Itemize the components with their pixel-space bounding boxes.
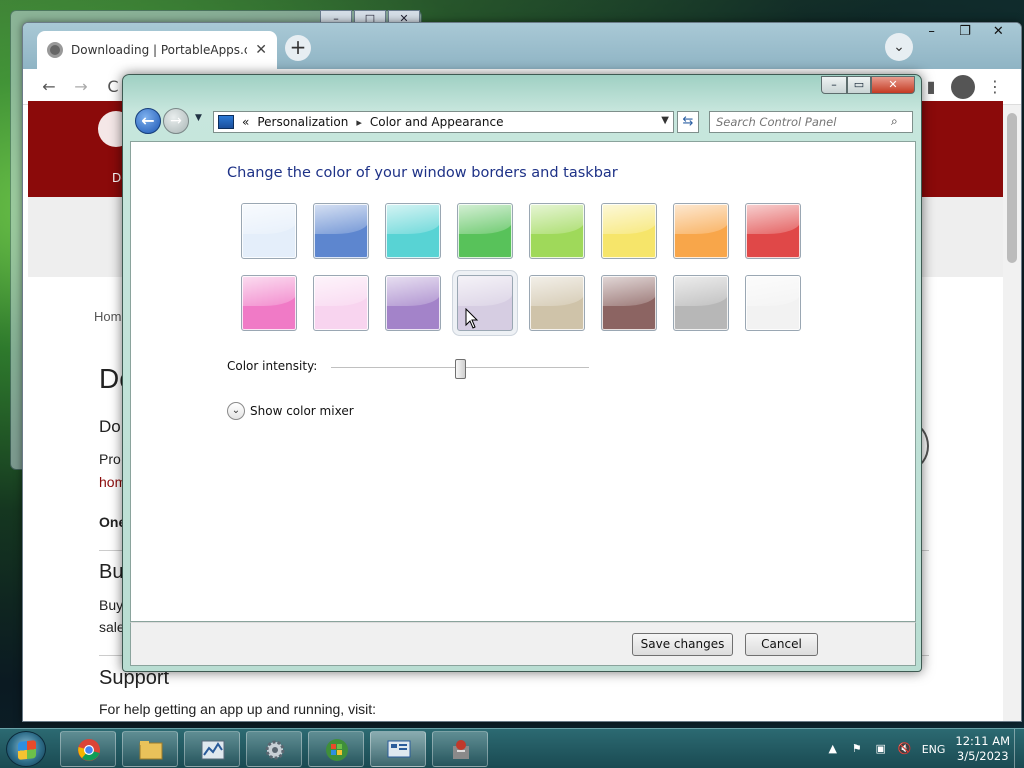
color-swatch-fuchsia[interactable]	[241, 275, 297, 331]
favicon-icon	[47, 42, 63, 58]
chart-icon	[201, 740, 225, 760]
color-swatch-ruby[interactable]	[745, 203, 801, 259]
chrome-icon	[78, 739, 100, 761]
page-title: Change the color of your window borders …	[227, 165, 618, 181]
recent-pages-dropdown-icon[interactable]: ▼	[195, 113, 207, 127]
system-tray: ▲ ⚑ ▣ 🔇 ENG 12:11 AM 3/5/2023	[826, 729, 1024, 768]
language-indicator[interactable]: ENG	[922, 743, 946, 756]
folder-icon	[139, 741, 163, 760]
control-panel-icon	[387, 740, 411, 758]
mouse-cursor-icon	[465, 308, 479, 329]
show-desktop-button[interactable]	[1014, 729, 1024, 768]
cp-window-controls: – ▭ ✕	[821, 76, 915, 94]
color-swatch-slate[interactable]	[673, 275, 729, 331]
clock-time: 12:11 AM	[955, 734, 1010, 748]
control-panel-icon	[218, 115, 234, 129]
page-scrollbar[interactable]	[1003, 105, 1021, 721]
taskbar-settings[interactable]	[246, 731, 302, 767]
browser-tab[interactable]: Downloading | PortableApps.com ✕	[37, 31, 277, 69]
taskbar-app[interactable]	[432, 731, 488, 767]
cp-footer: Save changes Cancel	[130, 622, 916, 666]
support-text: For help getting an app up and running, …	[99, 701, 377, 717]
color-swatch-blush[interactable]	[313, 275, 369, 331]
tab-title: Downloading | PortableApps.com	[71, 43, 247, 57]
browser-close-button[interactable]: ✕	[982, 23, 1015, 43]
cp-content: Change the color of your window borders …	[130, 141, 916, 622]
cp-close-button[interactable]: ✕	[871, 76, 915, 94]
control-panel-window: – ▭ ✕ ← → ▼ « Personalization ▸ Color an…	[122, 74, 922, 672]
cp-minimize-button[interactable]: –	[821, 76, 847, 94]
show-color-mixer-toggle[interactable]: ⌄ Show color mixer	[227, 402, 354, 420]
browser-minimize-button[interactable]: –	[915, 23, 948, 43]
forward-arrow-icon[interactable]: →	[69, 75, 93, 99]
color-intensity-slider-thumb[interactable]	[455, 359, 466, 379]
color-swatch-lime[interactable]	[529, 203, 585, 259]
scrollbar-thumb[interactable]	[1007, 113, 1017, 263]
start-button[interactable]	[6, 731, 46, 767]
color-swatch-frost[interactable]	[745, 275, 801, 331]
cp-maximize-button[interactable]: ▭	[847, 76, 871, 94]
chevron-down-icon[interactable]: ⌄	[227, 402, 245, 420]
new-tab-button[interactable]: +	[285, 35, 311, 61]
browser-maximize-button[interactable]: ❐	[948, 23, 981, 43]
color-swatch-sea[interactable]	[385, 203, 441, 259]
search-control-panel-input[interactable]	[709, 111, 913, 133]
color-intensity-label: Color intensity:	[227, 359, 318, 373]
taskbar-chrome[interactable]	[60, 731, 116, 767]
refresh-button[interactable]: ⇆	[677, 111, 699, 133]
search-icon[interactable]: ⌕	[891, 114, 907, 130]
taskbar-control-panel[interactable]	[370, 731, 426, 767]
clock-date: 3/5/2023	[956, 749, 1009, 763]
taskbar-explorer[interactable]	[122, 731, 178, 767]
color-swatch-taupe[interactable]	[529, 275, 585, 331]
page-paragraph: Pro	[99, 451, 121, 467]
menu-icon[interactable]: ⋮	[983, 75, 1007, 99]
color-swatch-leaf[interactable]	[457, 203, 513, 259]
clock[interactable]: 12:11 AM 3/5/2023	[955, 734, 1010, 764]
page-subtitle: Do	[99, 417, 121, 436]
back-button[interactable]: ←	[135, 108, 161, 134]
color-swatch-chocolate[interactable]	[601, 275, 657, 331]
save-changes-button[interactable]: Save changes	[632, 633, 733, 656]
show-hidden-icons-icon[interactable]: ▲	[826, 742, 840, 756]
taskbar-monitor[interactable]	[184, 731, 240, 767]
back-arrow-icon[interactable]: ←	[37, 75, 61, 99]
show-color-mixer-label[interactable]: Show color mixer	[250, 404, 354, 418]
color-swatch-pumpkin[interactable]	[673, 203, 729, 259]
buy-text-line2: sale	[99, 619, 125, 635]
side-panel-icon[interactable]: ▮	[919, 75, 943, 99]
profile-avatar-icon[interactable]	[951, 75, 975, 99]
color-swatch-twilight[interactable]	[313, 203, 369, 259]
cancel-button[interactable]: Cancel	[745, 633, 818, 656]
address-bar[interactable]: « Personalization ▸ Color and Appearance…	[213, 111, 674, 133]
gear-icon	[265, 740, 285, 760]
app-icon	[453, 740, 469, 759]
breadcrumb-color-appearance[interactable]: Color and Appearance	[370, 115, 504, 129]
color-swatch-sky[interactable]	[241, 203, 297, 259]
breadcrumb-separator-icon[interactable]: ▸	[356, 116, 362, 129]
tab-search-button[interactable]: ⌄	[885, 33, 913, 61]
color-swatch-violet[interactable]	[385, 275, 441, 331]
address-dropdown-icon[interactable]: ▼	[661, 115, 669, 126]
windows-orb-icon	[326, 739, 348, 761]
forward-button[interactable]: →	[163, 108, 189, 134]
volume-muted-icon[interactable]: 🔇	[898, 742, 912, 756]
breadcrumb-personalization[interactable]: Personalization	[257, 115, 348, 129]
buy-text-line1: Buy	[99, 597, 124, 613]
windows-logo-icon	[18, 740, 36, 760]
section-title-buy: Bu	[99, 561, 124, 583]
network-icon[interactable]: ▣	[874, 742, 888, 756]
color-swatch-sun[interactable]	[601, 203, 657, 259]
tab-close-icon[interactable]: ✕	[255, 42, 267, 58]
action-center-flag-icon[interactable]: ⚑	[850, 742, 864, 756]
browser-titlebar: Downloading | PortableApps.com ✕ + ⌄ – ❐…	[23, 23, 1021, 69]
taskbar-windows-update[interactable]	[308, 731, 364, 767]
browser-window-controls: – ❐ ✕	[915, 23, 1015, 43]
taskbar: ▲ ⚑ ▣ 🔇 ENG 12:11 AM 3/5/2023	[0, 728, 1024, 768]
breadcrumb-root[interactable]: «	[242, 115, 249, 129]
